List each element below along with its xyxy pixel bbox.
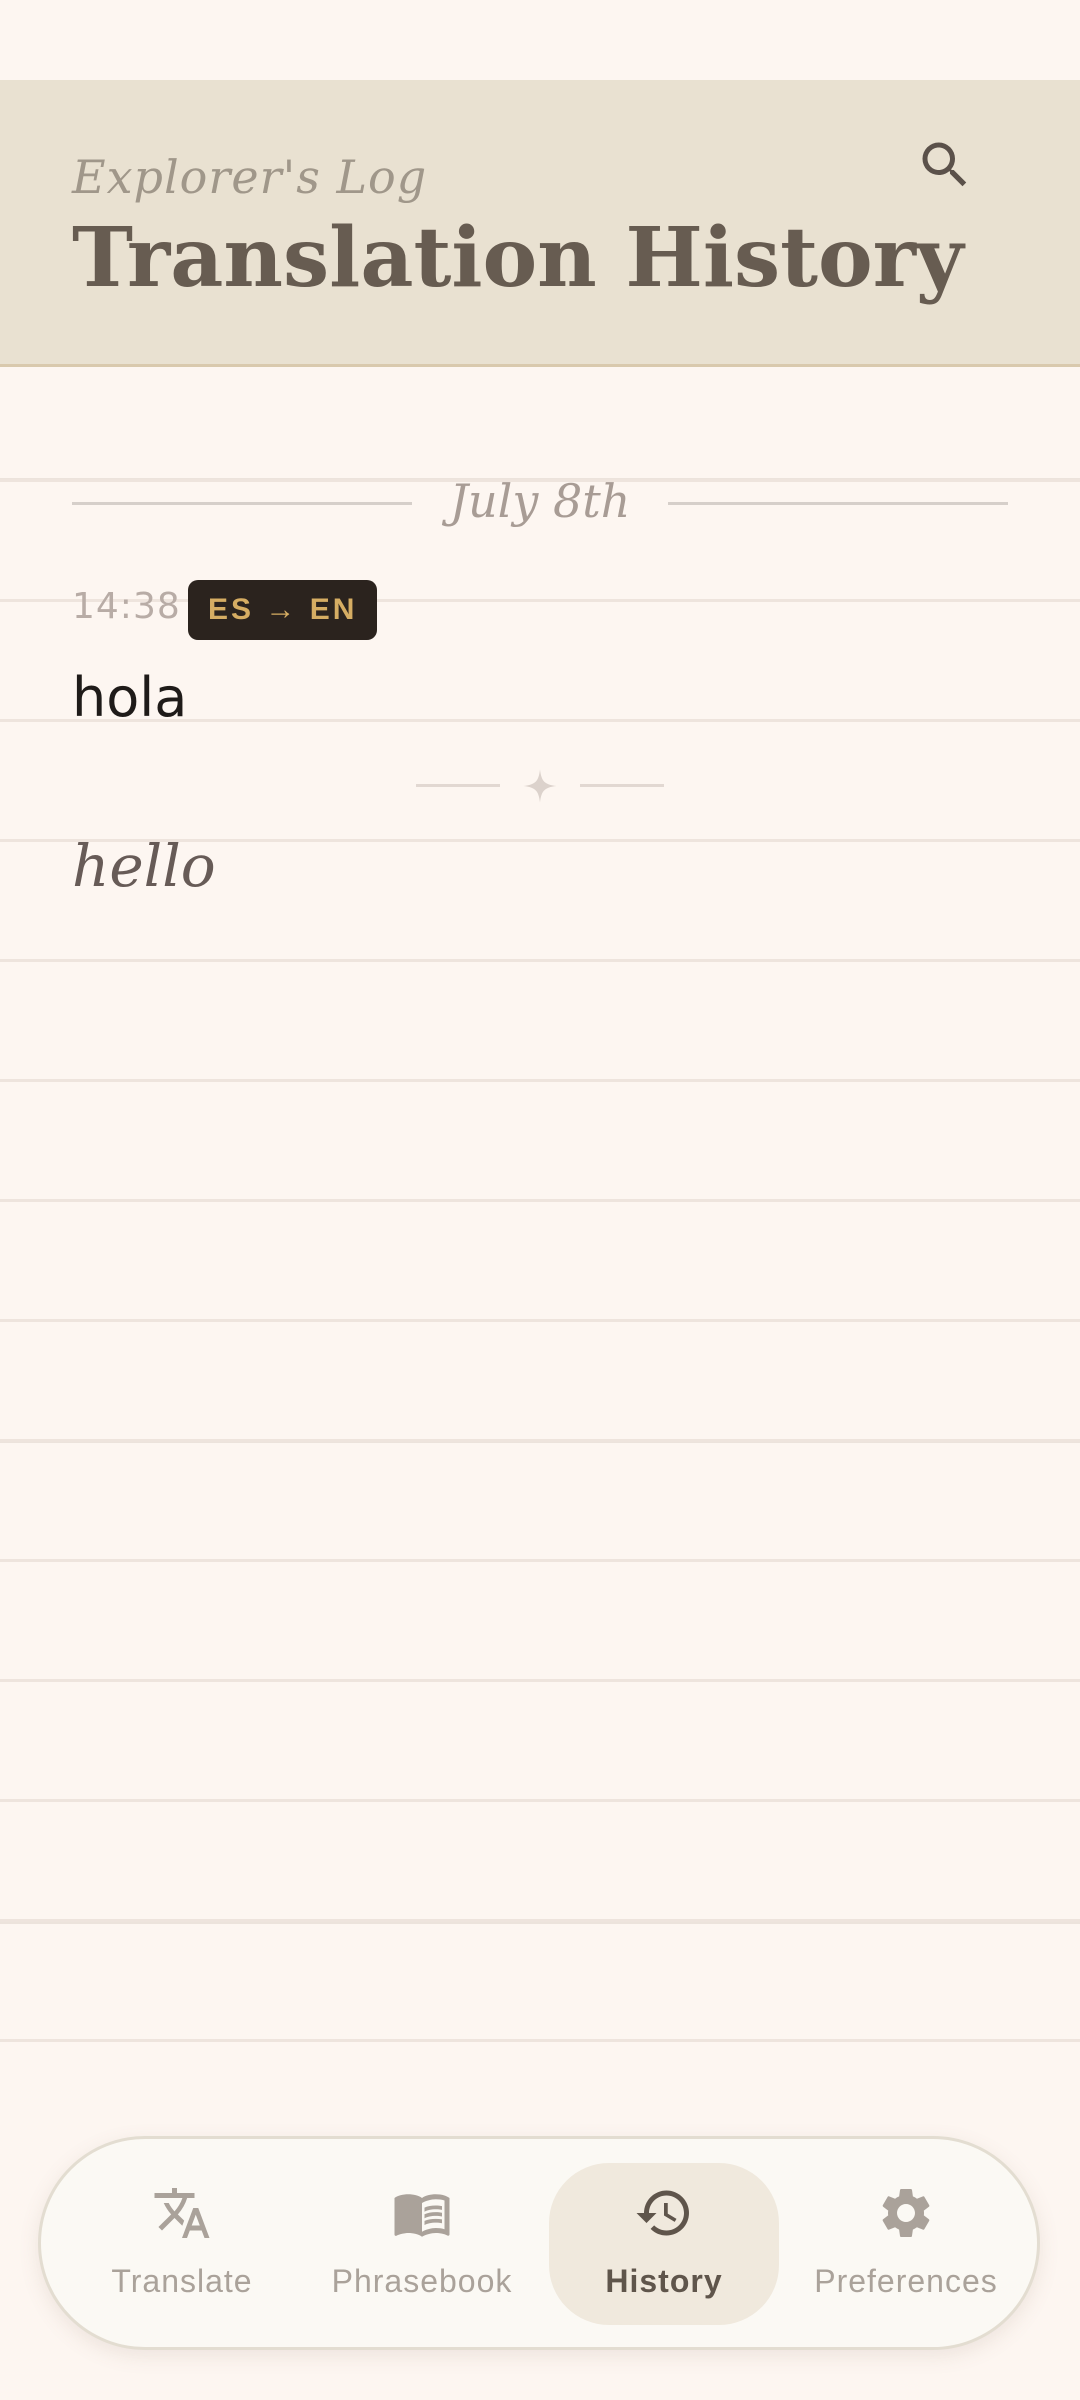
header-subtitle: Explorer's Log: [72, 150, 428, 204]
ruled-line: [0, 2039, 1080, 2042]
nav-item-preferences[interactable]: Preferences: [791, 2163, 1021, 2325]
sparkle-icon: [523, 769, 557, 803]
nav-item-translate[interactable]: Translate: [67, 2163, 297, 2325]
ruled-line: [0, 1799, 1080, 1802]
entry-divider: [0, 760, 1080, 820]
nav-label-preferences: Preferences: [814, 2263, 998, 2299]
ruled-line: [0, 1439, 1080, 1442]
language-pair-badge: ES → EN: [188, 580, 378, 640]
book-icon: [394, 2194, 450, 2237]
nav-item-phrasebook[interactable]: Phrasebook: [307, 2163, 537, 2325]
translated-text: hello: [72, 832, 216, 900]
bottom-navigation: Translate Phrasebook History Preferences: [38, 2136, 1040, 2350]
ruled-line: [0, 1679, 1080, 1682]
ruled-line: [0, 1199, 1080, 1202]
date-label: July 8th: [449, 474, 631, 528]
gear-icon: [882, 2189, 930, 2237]
ruled-line: [0, 1319, 1080, 1322]
nav-label-history: History: [605, 2263, 723, 2299]
ruled-line: [0, 1079, 1080, 1082]
search-button[interactable]: [900, 120, 990, 210]
divider-line-left: [416, 784, 500, 787]
nav-label-phrasebook: Phrasebook: [331, 2263, 513, 2299]
search-icon: [922, 142, 967, 187]
ruled-line: [0, 959, 1080, 962]
entry-time: 14:38: [72, 586, 181, 627]
nav-item-history[interactable]: History: [549, 2163, 779, 2325]
ruled-line: [0, 1559, 1080, 1562]
divider-line-right: [580, 784, 664, 787]
app-header: Explorer's Log Translation History: [0, 80, 1080, 367]
history-icon: [636, 2190, 689, 2236]
date-separator: July 8th: [72, 470, 1008, 540]
nav-label-translate: Translate: [111, 2263, 253, 2299]
ruled-line: [0, 1919, 1080, 1922]
source-text: hola: [72, 666, 188, 729]
page-title: Translation History: [72, 210, 964, 306]
translate-icon: [154, 2188, 210, 2238]
